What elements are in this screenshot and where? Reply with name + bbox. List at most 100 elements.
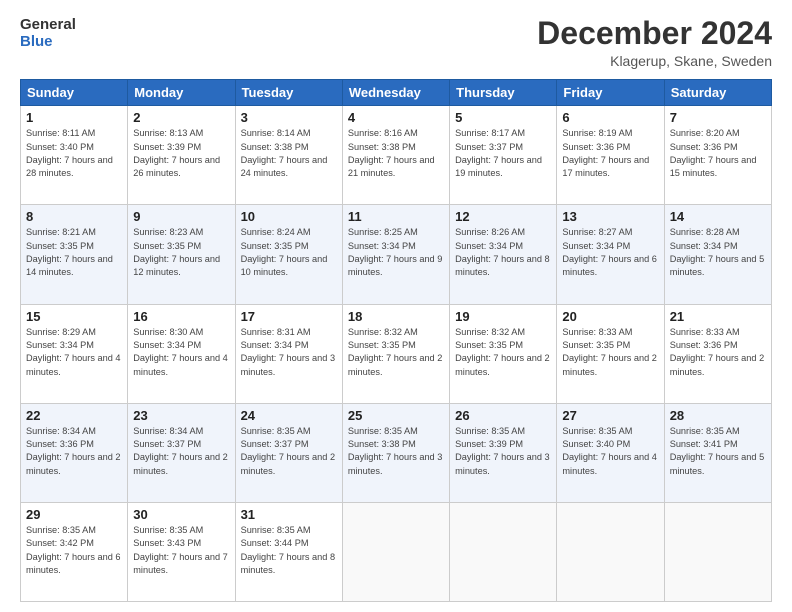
week-row-2: 8 Sunrise: 8:21 AMSunset: 3:35 PMDaylight… [21,205,772,304]
day-number: 8 [26,209,122,224]
day-header-saturday: Saturday [664,80,771,106]
day-number: 3 [241,110,337,125]
day-number: 24 [241,408,337,423]
cell-info: Sunrise: 8:24 AMSunset: 3:35 PMDaylight:… [241,226,337,279]
cell-info: Sunrise: 8:35 AMSunset: 3:37 PMDaylight:… [241,425,337,478]
calendar-cell: 12 Sunrise: 8:26 AMSunset: 3:34 PMDayligh… [450,205,557,304]
calendar-cell: 5Sunrise: 8:17 AMSunset: 3:37 PMDaylight… [450,106,557,205]
calendar-cell: 29 Sunrise: 8:35 AMSunset: 3:42 PMDayligh… [21,502,128,601]
day-number: 29 [26,507,122,522]
day-number: 30 [133,507,229,522]
day-number: 27 [562,408,658,423]
cell-info: Sunrise: 8:28 AMSunset: 3:34 PMDaylight:… [670,226,766,279]
day-number: 4 [348,110,444,125]
logo: General Blue [20,16,76,51]
week-row-1: 1Sunrise: 8:11 AMSunset: 3:40 PMDaylight… [21,106,772,205]
day-number: 15 [26,309,122,324]
cell-info: Sunrise: 8:33 AMSunset: 3:35 PMDaylight:… [562,326,658,379]
day-number: 7 [670,110,766,125]
calendar-cell: 25 Sunrise: 8:35 AMSunset: 3:38 PMDayligh… [342,403,449,502]
day-number: 19 [455,309,551,324]
cell-info: Sunrise: 8:14 AMSunset: 3:38 PMDaylight:… [241,127,337,180]
calendar-cell: 28Sunrise: 8:35 AMSunset: 3:41 PMDayligh… [664,403,771,502]
cell-info: Sunrise: 8:35 AMSunset: 3:43 PMDaylight:… [133,524,229,577]
cell-info: Sunrise: 8:20 AMSunset: 3:36 PMDaylight:… [670,127,766,180]
calendar-cell: 22Sunrise: 8:34 AMSunset: 3:36 PMDayligh… [21,403,128,502]
cell-info: Sunrise: 8:16 AMSunset: 3:38 PMDaylight:… [348,127,444,180]
logo-blue-text: Blue [20,33,76,50]
day-number: 13 [562,209,658,224]
calendar-cell: 14 Sunrise: 8:28 AMSunset: 3:34 PMDayligh… [664,205,771,304]
cell-info: Sunrise: 8:32 AMSunset: 3:35 PMDaylight:… [455,326,551,379]
day-number: 14 [670,209,766,224]
logo-general-text: General [20,16,76,33]
day-number: 10 [241,209,337,224]
calendar-cell: 6 Sunrise: 8:19 AMSunset: 3:36 PMDaylight… [557,106,664,205]
day-number: 21 [670,309,766,324]
cell-info: Sunrise: 8:26 AMSunset: 3:34 PMDaylight:… [455,226,551,279]
calendar-cell: 19 Sunrise: 8:32 AMSunset: 3:35 PMDayligh… [450,304,557,403]
calendar-cell [664,502,771,601]
week-row-4: 22Sunrise: 8:34 AMSunset: 3:36 PMDayligh… [21,403,772,502]
calendar-cell [342,502,449,601]
cell-info: Sunrise: 8:34 AMSunset: 3:37 PMDaylight:… [133,425,229,478]
cell-info: Sunrise: 8:21 AMSunset: 3:35 PMDaylight:… [26,226,122,279]
calendar-cell: 31Sunrise: 8:35 AMSunset: 3:44 PMDayligh… [235,502,342,601]
calendar-cell: 1Sunrise: 8:11 AMSunset: 3:40 PMDaylight… [21,106,128,205]
day-number: 12 [455,209,551,224]
cell-info: Sunrise: 8:25 AMSunset: 3:34 PMDaylight:… [348,226,444,279]
logo-container: General Blue [20,16,76,51]
day-number: 16 [133,309,229,324]
cell-info: Sunrise: 8:27 AMSunset: 3:34 PMDaylight:… [562,226,658,279]
cell-info: Sunrise: 8:29 AMSunset: 3:34 PMDaylight:… [26,326,122,379]
day-number: 25 [348,408,444,423]
cell-info: Sunrise: 8:35 AMSunset: 3:39 PMDaylight:… [455,425,551,478]
cell-info: Sunrise: 8:19 AMSunset: 3:36 PMDaylight:… [562,127,658,180]
calendar-cell [557,502,664,601]
calendar-table: SundayMondayTuesdayWednesdayThursdayFrid… [20,79,772,602]
day-number: 31 [241,507,337,522]
location: Klagerup, Skane, Sweden [537,53,772,69]
day-number: 23 [133,408,229,423]
calendar-cell: 24 Sunrise: 8:35 AMSunset: 3:37 PMDayligh… [235,403,342,502]
calendar-cell: 9Sunrise: 8:23 AMSunset: 3:35 PMDaylight… [128,205,235,304]
calendar-cell: 2Sunrise: 8:13 AMSunset: 3:39 PMDaylight… [128,106,235,205]
day-number: 6 [562,110,658,125]
calendar-cell: 26Sunrise: 8:35 AMSunset: 3:39 PMDayligh… [450,403,557,502]
day-header-tuesday: Tuesday [235,80,342,106]
day-header-wednesday: Wednesday [342,80,449,106]
calendar-cell: 17Sunrise: 8:31 AMSunset: 3:34 PMDayligh… [235,304,342,403]
cell-info: Sunrise: 8:30 AMSunset: 3:34 PMDaylight:… [133,326,229,379]
calendar-cell: 30 Sunrise: 8:35 AMSunset: 3:43 PMDayligh… [128,502,235,601]
calendar-cell: 27 Sunrise: 8:35 AMSunset: 3:40 PMDayligh… [557,403,664,502]
cell-info: Sunrise: 8:34 AMSunset: 3:36 PMDaylight:… [26,425,122,478]
calendar-header-row: SundayMondayTuesdayWednesdayThursdayFrid… [21,80,772,106]
page: General Blue December 2024 Klagerup, Ska… [0,0,792,612]
week-row-5: 29 Sunrise: 8:35 AMSunset: 3:42 PMDayligh… [21,502,772,601]
calendar-cell: 20 Sunrise: 8:33 AMSunset: 3:35 PMDayligh… [557,304,664,403]
cell-info: Sunrise: 8:35 AMSunset: 3:38 PMDaylight:… [348,425,444,478]
title-block: December 2024 Klagerup, Skane, Sweden [537,16,772,69]
calendar-cell: 18Sunrise: 8:32 AMSunset: 3:35 PMDayligh… [342,304,449,403]
day-header-thursday: Thursday [450,80,557,106]
day-header-monday: Monday [128,80,235,106]
calendar-cell: 23 Sunrise: 8:34 AMSunset: 3:37 PMDayligh… [128,403,235,502]
day-header-friday: Friday [557,80,664,106]
day-number: 11 [348,209,444,224]
day-number: 9 [133,209,229,224]
calendar-cell: 8 Sunrise: 8:21 AMSunset: 3:35 PMDaylight… [21,205,128,304]
cell-info: Sunrise: 8:11 AMSunset: 3:40 PMDaylight:… [26,127,122,180]
day-number: 17 [241,309,337,324]
cell-info: Sunrise: 8:35 AMSunset: 3:40 PMDaylight:… [562,425,658,478]
day-number: 20 [562,309,658,324]
week-row-3: 15 Sunrise: 8:29 AMSunset: 3:34 PMDayligh… [21,304,772,403]
calendar-cell: 13 Sunrise: 8:27 AMSunset: 3:34 PMDayligh… [557,205,664,304]
calendar-cell: 15 Sunrise: 8:29 AMSunset: 3:34 PMDayligh… [21,304,128,403]
month-title: December 2024 [537,16,772,51]
cell-info: Sunrise: 8:35 AMSunset: 3:42 PMDaylight:… [26,524,122,577]
calendar-cell [450,502,557,601]
day-number: 28 [670,408,766,423]
calendar-cell: 11 Sunrise: 8:25 AMSunset: 3:34 PMDayligh… [342,205,449,304]
cell-info: Sunrise: 8:17 AMSunset: 3:37 PMDaylight:… [455,127,551,180]
calendar-cell: 16 Sunrise: 8:30 AMSunset: 3:34 PMDayligh… [128,304,235,403]
